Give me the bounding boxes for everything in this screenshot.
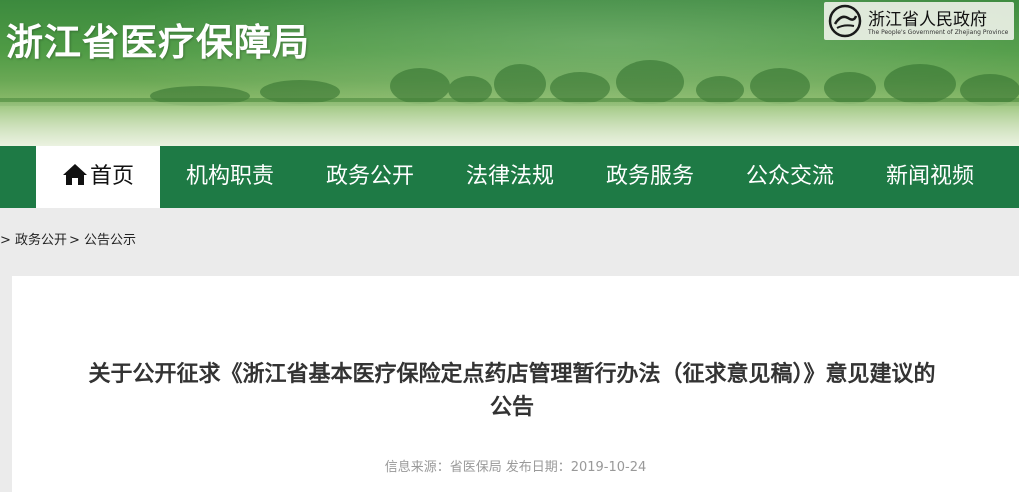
nav-item-home[interactable]: 首页: [36, 146, 160, 208]
article-meta: 信息来源：省医保局 发布日期：2019-10-24: [12, 456, 1019, 475]
article-panel: 关于公开征求《浙江省基本医疗保险定点药店管理暂行办法（征求意见稿）》意见建议的公…: [12, 276, 1019, 492]
nav-item-laws[interactable]: 法律法规: [466, 146, 554, 208]
nav-item-public-exchange[interactable]: 公众交流: [746, 146, 834, 208]
nav-item-news-video[interactable]: 新闻视频: [886, 146, 974, 208]
home-icon: [62, 164, 87, 185]
article-date: 发布日期：2019-10-24: [505, 460, 647, 475]
banner-water: [0, 102, 1019, 146]
nav-item-government-affairs[interactable]: 政务公开: [326, 146, 414, 208]
nav-item-services[interactable]: 政务服务: [606, 146, 694, 208]
breadcrumb-item-government-affairs[interactable]: > 政务公开: [0, 233, 67, 248]
zhejiang-emblem-icon: [828, 4, 862, 38]
breadcrumb-item-announcements[interactable]: > 公告公示: [69, 233, 136, 248]
article-source: 信息来源：省医保局: [384, 460, 502, 475]
article-title: 关于公开征求《浙江省基本医疗保险定点药店管理暂行办法（征求意见稿）》意见建议的公…: [88, 362, 936, 420]
site-title[interactable]: 浙江省医疗保障局: [6, 12, 310, 66]
nav-item-home-label: 首页: [89, 164, 134, 189]
breadcrumb: > 政务公开 > 公告公示: [0, 229, 138, 249]
main-nav: 首页 机构职责 政务公开 法律法规 政务服务 公众交流 新闻视频: [0, 146, 1019, 208]
header-banner: 浙江省医疗保障局 浙江省人民政府 The People's Government…: [0, 0, 1019, 146]
provincial-government-logo[interactable]: 浙江省人民政府 The People's Government of Zheji…: [824, 2, 1014, 40]
provincial-government-name: 浙江省人民政府: [868, 10, 987, 30]
nav-item-organization[interactable]: 机构职责: [186, 146, 274, 208]
provincial-government-english-name: The People's Government of Zhejiang Prov…: [868, 29, 1009, 36]
